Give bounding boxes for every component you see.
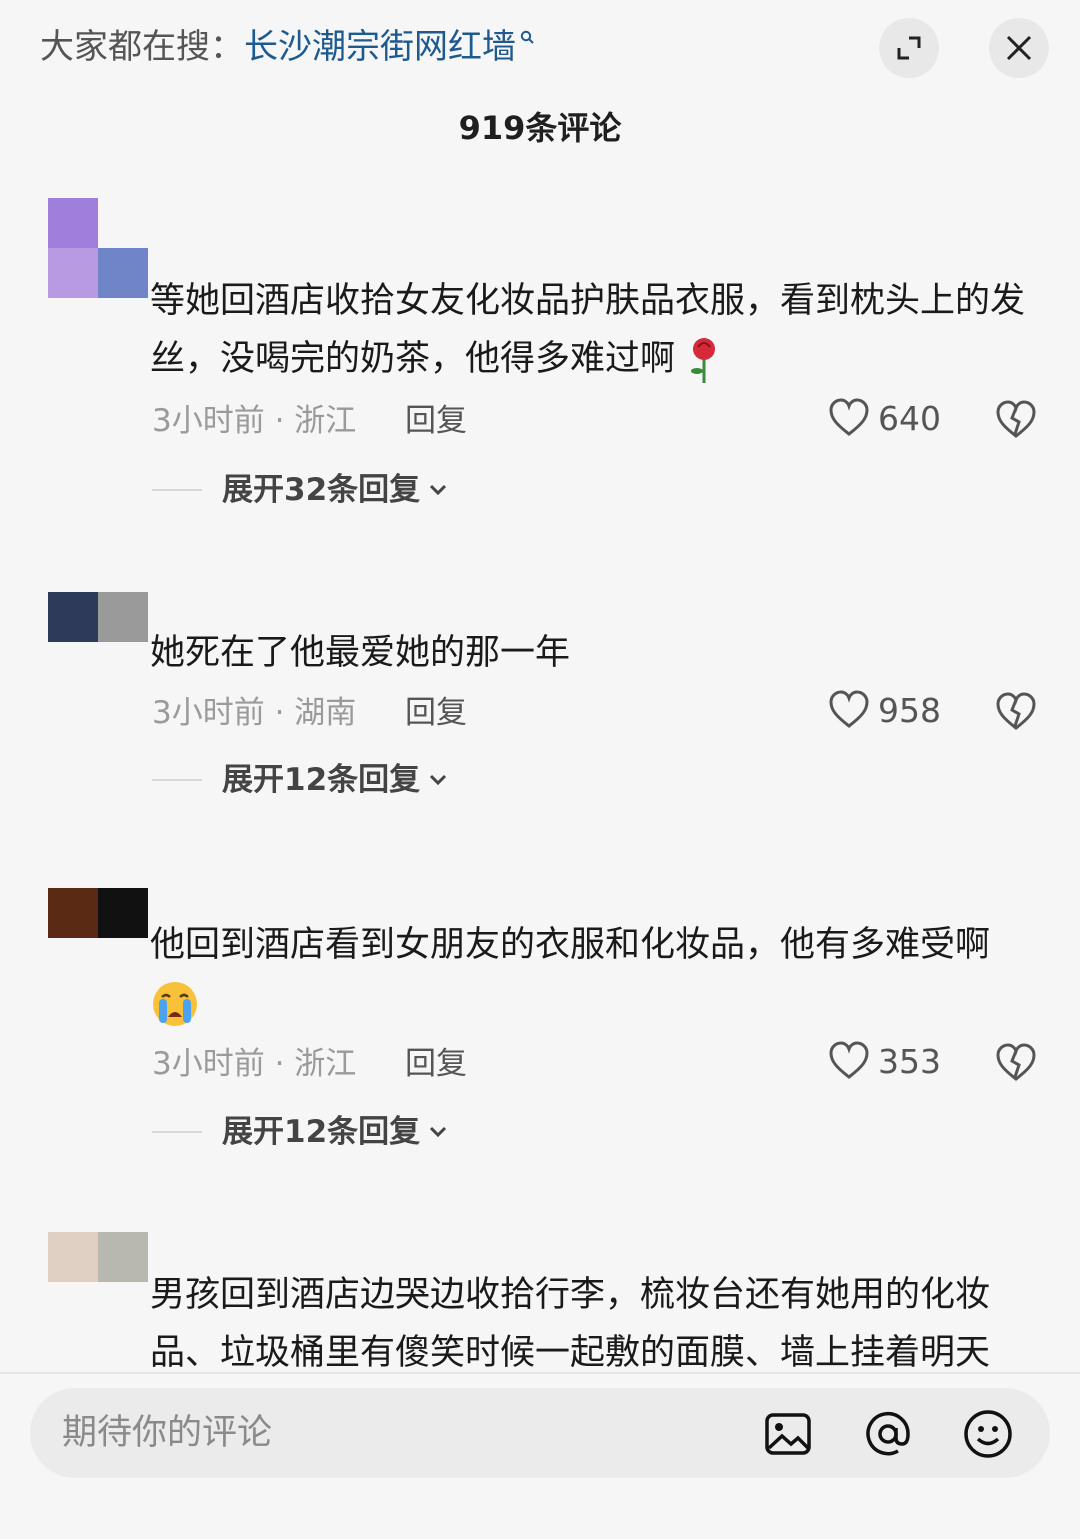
like-button[interactable]: 353 — [828, 1041, 941, 1081]
comment-text: 男孩回到酒店边哭边收拾行李，梳妆台还有她用的化妆品、垃圾桶里有傻笑时候一起敷的面… — [150, 1266, 1050, 1372]
divider-line — [152, 1131, 202, 1133]
divider-line — [152, 779, 202, 781]
dislike-heart-icon — [996, 400, 1036, 438]
dislike-button[interactable] — [995, 400, 1037, 444]
avatar[interactable] — [48, 198, 148, 298]
avatar[interactable] — [48, 592, 148, 692]
heart-icon — [829, 690, 869, 728]
expand-replies[interactable]: 展开32条回复 — [152, 468, 448, 512]
comment-text: 他回到酒店看到女朋友的衣服和化妆品，他有多难受啊 — [150, 916, 1050, 1032]
chevron-down-icon — [430, 1126, 447, 1138]
comment-text: 她死在了他最爱她的那一年 — [150, 624, 1050, 682]
heart-icon — [829, 1041, 869, 1079]
avatar[interactable] — [48, 1232, 148, 1332]
heart-icon — [829, 398, 869, 436]
comment-body: 他回到酒店看到女朋友的衣服和化妆品，他有多难受啊 — [150, 925, 991, 965]
like-button[interactable]: 958 — [828, 690, 941, 730]
expand-button[interactable] — [879, 18, 939, 78]
comment-input[interactable]: 期待你的评论 — [30, 1388, 1050, 1478]
expand-icon — [897, 36, 921, 60]
search-term-link[interactable]: 长沙潮宗街网红墙 — [244, 27, 516, 67]
comment-item: 男孩回到酒店边哭边收拾行李，梳妆台还有她用的化妆品、垃圾桶里有傻笑时候一起敷的面… — [0, 1232, 1080, 1372]
top-bar: 大家都在搜：长沙潮宗街网红墙 — [0, 0, 1080, 100]
search-prefix: 大家都在搜： — [40, 27, 244, 67]
comment-meta: 3小时前 · 浙江 — [152, 1046, 357, 1082]
comment-input-bar: 期待你的评论 — [0, 1374, 1080, 1539]
comment-meta: 3小时前 · 湖南 — [152, 695, 357, 731]
expand-replies-label: 展开12条回复 — [222, 1114, 421, 1150]
comment-body: 等她回酒店收拾女友化妆品护肤品衣服，看到枕头上的发丝，没喝完的奶茶，他得多难过啊 — [150, 281, 1026, 379]
like-count: 353 — [878, 1041, 941, 1081]
expand-replies[interactable]: 展开12条回复 — [152, 758, 448, 802]
avatar[interactable] — [48, 888, 148, 988]
comment-input-placeholder: 期待你的评论 — [62, 1413, 273, 1453]
divider-line — [152, 489, 202, 491]
search-icon — [520, 30, 534, 44]
dislike-heart-icon — [996, 692, 1036, 730]
chevron-down-icon — [430, 484, 447, 496]
reply-button[interactable]: 回复 — [405, 691, 467, 735]
dislike-button[interactable] — [995, 1043, 1037, 1087]
expand-replies[interactable]: 展开12条回复 — [152, 1110, 448, 1154]
emoji-icon[interactable] — [962, 1408, 1014, 1460]
image-icon[interactable] — [762, 1408, 814, 1460]
crying-face-emoji — [153, 982, 197, 1026]
at-icon[interactable] — [862, 1408, 914, 1460]
close-button[interactable] — [989, 18, 1049, 78]
close-icon — [1006, 35, 1032, 61]
like-button[interactable]: 640 — [828, 398, 941, 438]
search-suggestion[interactable]: 大家都在搜：长沙潮宗街网红墙 — [40, 22, 534, 72]
expand-replies-label: 展开12条回复 — [222, 762, 421, 798]
like-count: 958 — [878, 690, 941, 730]
comment-body: 她死在了他最爱她的那一年 — [150, 633, 571, 673]
reply-button[interactable]: 回复 — [405, 1042, 467, 1086]
comment-body: 男孩回到酒店边哭边收拾行李，梳妆台还有她用的化妆品、垃圾桶里有傻笑时候一起敷的面… — [150, 1275, 991, 1372]
expand-replies-label: 展开32条回复 — [222, 472, 421, 508]
rose-emoji — [691, 338, 716, 383]
like-count: 640 — [878, 398, 941, 438]
comment-count: 919条评论 — [458, 109, 622, 147]
comment-meta: 3小时前 · 浙江 — [152, 403, 357, 439]
dislike-heart-icon — [996, 1043, 1036, 1081]
reply-button[interactable]: 回复 — [405, 399, 467, 443]
dislike-button[interactable] — [995, 692, 1037, 736]
chevron-down-icon — [430, 774, 447, 786]
comment-text: 等她回酒店收拾女友化妆品护肤品衣服，看到枕头上的发丝，没喝完的奶茶，他得多难过啊 — [150, 272, 1050, 388]
